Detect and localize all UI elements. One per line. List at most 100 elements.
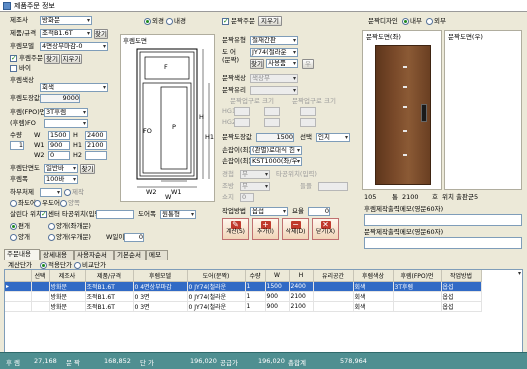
wsum-field[interactable]: 0 xyxy=(124,233,144,242)
table-cell[interactable]: 1 xyxy=(245,301,266,312)
door-memo-field[interactable] xyxy=(364,237,522,249)
table-cell[interactable] xyxy=(31,291,50,302)
opt-double-left-radio[interactable] xyxy=(48,223,55,230)
unit-select[interactable]: 인치 xyxy=(316,133,350,142)
table-cell[interactable]: 0 4면상부마감 xyxy=(133,281,188,292)
table-header[interactable]: 후렘색상 xyxy=(353,270,394,282)
table-cell[interactable]: 900 xyxy=(265,301,290,312)
table-cell[interactable]: 회색 xyxy=(353,281,394,292)
tab-user-order[interactable]: 사용자순서 xyxy=(74,250,114,260)
table-header[interactable]: 제조사 xyxy=(49,270,86,282)
add-button[interactable]: + 추가(I) xyxy=(252,218,279,240)
closer-select[interactable]: 무 xyxy=(240,182,270,191)
door-material-select[interactable] xyxy=(250,86,298,95)
table-cell[interactable]: 1 xyxy=(245,291,266,302)
table-cell[interactable] xyxy=(5,291,32,302)
entry-clear-button[interactable]: 지우기 xyxy=(61,54,82,64)
close-button[interactable]: ✕ 닫기(X) xyxy=(312,218,339,240)
door-color-select[interactable]: 색상무 xyxy=(250,74,298,83)
work-method-select[interactable]: 옵섭 xyxy=(250,207,288,216)
delete-button[interactable]: − 삭제(D) xyxy=(282,218,309,240)
table-cell[interactable]: 회색 xyxy=(353,301,394,312)
table-cell[interactable]: 0 JY74(철라운 xyxy=(187,301,246,312)
w2-field[interactable]: 0 xyxy=(48,151,70,160)
apply-price-radio[interactable] xyxy=(40,262,47,269)
sill-center-checkbox[interactable] xyxy=(40,210,47,218)
tab-detail[interactable]: 상세내용 xyxy=(40,250,74,260)
handle-select[interactable]: (관별)로대식 힌 xyxy=(250,146,302,155)
compare-price-radio[interactable] xyxy=(74,262,81,269)
door-u-button[interactable]: 우 xyxy=(302,59,314,69)
table-header[interactable]: W xyxy=(265,270,290,282)
table-cell[interactable] xyxy=(313,291,354,302)
jig-select[interactable] xyxy=(40,188,62,197)
table-header[interactable]: 도어(문짝) xyxy=(187,270,246,282)
hg1-field-c[interactable] xyxy=(300,107,316,116)
lock-select[interactable]: KST1000(좌/우 xyxy=(250,157,302,166)
door-std-select[interactable]: 사용품 xyxy=(266,59,298,68)
table-cell[interactable] xyxy=(5,301,32,312)
table-row[interactable]: 방화문 조적B1.6T 0 3면 0 JY74(철라운 1 900 2100 회색 옵섭 xyxy=(5,301,522,312)
table-cell[interactable]: 조적B1.6T xyxy=(85,301,134,312)
table-cell[interactable]: 조적B1.6T xyxy=(85,281,134,292)
table-cell[interactable]: 0 3면 xyxy=(133,301,188,312)
table-header[interactable]: 후렘(FPO)먼 xyxy=(393,270,442,282)
frame-width-select[interactable]: 100바 xyxy=(44,175,78,184)
table-cell[interactable]: 방화문 xyxy=(49,301,86,312)
hg2-field-c[interactable] xyxy=(300,118,316,127)
table-header[interactable]: H xyxy=(289,270,314,282)
hinge-find-button[interactable]: 찾기 xyxy=(80,164,95,174)
entry-find-button[interactable]: 찾기 xyxy=(44,54,60,64)
count-field[interactable]: 0 xyxy=(240,193,254,202)
table-cell[interactable]: 옵섭 xyxy=(441,301,482,312)
both-door-radio[interactable] xyxy=(60,200,67,207)
table-cell[interactable]: 옵섭 xyxy=(441,281,482,292)
door-order-checkbox[interactable] xyxy=(222,17,229,25)
door-find-button[interactable]: 찾기 xyxy=(250,59,264,69)
table-cell[interactable]: 2400 xyxy=(289,281,314,292)
table-cell[interactable]: 1500 xyxy=(265,281,290,292)
table-header[interactable]: 수량 xyxy=(245,270,266,282)
table-cell[interactable] xyxy=(313,281,354,292)
jig-radio[interactable] xyxy=(64,189,71,196)
table-header[interactable]: 제품/규격 xyxy=(85,270,134,282)
table-cell[interactable]: 1 xyxy=(245,281,266,292)
opening-field[interactable] xyxy=(96,210,134,219)
product-select[interactable]: 조적B1.6T xyxy=(40,29,92,38)
table-cell[interactable] xyxy=(31,301,50,312)
table-row[interactable]: 방화문 조적B1.6T 0 3면 0 JY74(철라운 1 900 2100 회색 옵섭 xyxy=(5,291,522,302)
table-cell[interactable]: 회색 xyxy=(353,291,394,302)
table-cell[interactable] xyxy=(313,301,354,312)
table-cell[interactable]: 0 3면 xyxy=(133,291,188,302)
tab-memo[interactable]: 메모 xyxy=(146,250,168,260)
frame-memo-field[interactable] xyxy=(364,214,522,226)
table-cell[interactable]: ▸ xyxy=(5,281,32,292)
table-header[interactable]: 선택 xyxy=(31,270,50,282)
table-cell[interactable]: 2100 xyxy=(289,301,314,312)
h-field[interactable]: 2400 xyxy=(85,131,107,140)
hg2-field-a[interactable] xyxy=(234,118,250,127)
mold-select[interactable]: 4면상부마감-0 xyxy=(40,42,108,51)
h2-field[interactable] xyxy=(85,151,107,160)
table-cell[interactable] xyxy=(393,301,442,312)
left-door-radio[interactable] xyxy=(10,200,17,207)
table-row[interactable]: ▸ 방화문 조적B1.6T 0 4면상부마감 0 JY74(철라운 1 1500 2400 회색… xyxy=(5,281,522,292)
table-cell[interactable]: 조적B1.6T xyxy=(85,291,134,302)
table-cell[interactable]: 옵섭 xyxy=(441,291,482,302)
table-cell[interactable]: 방화문 xyxy=(49,281,86,292)
table-cell[interactable] xyxy=(393,291,442,302)
opt-double-right-radio[interactable] xyxy=(48,234,55,241)
entry-checkbox[interactable] xyxy=(10,54,17,62)
hg1-field-b[interactable] xyxy=(264,107,280,116)
table-cell[interactable]: 900 xyxy=(265,291,290,302)
frame-price-field[interactable]: 9000 xyxy=(40,94,80,103)
door-clear-button[interactable]: 지우기 xyxy=(258,16,282,26)
fpo-select[interactable]: 3T후렘 xyxy=(44,108,88,117)
design-in-radio[interactable] xyxy=(402,18,409,25)
table-cell[interactable]: 0 JY74(철라운 xyxy=(187,281,246,292)
door-price-field[interactable]: 1500 xyxy=(256,133,294,142)
table-cell[interactable]: 2100 xyxy=(289,291,314,302)
opt-double-radio[interactable] xyxy=(10,234,17,241)
table-header[interactable]: 유리공간 xyxy=(313,270,354,282)
table-header[interactable]: 후렘모델 xyxy=(133,270,188,282)
